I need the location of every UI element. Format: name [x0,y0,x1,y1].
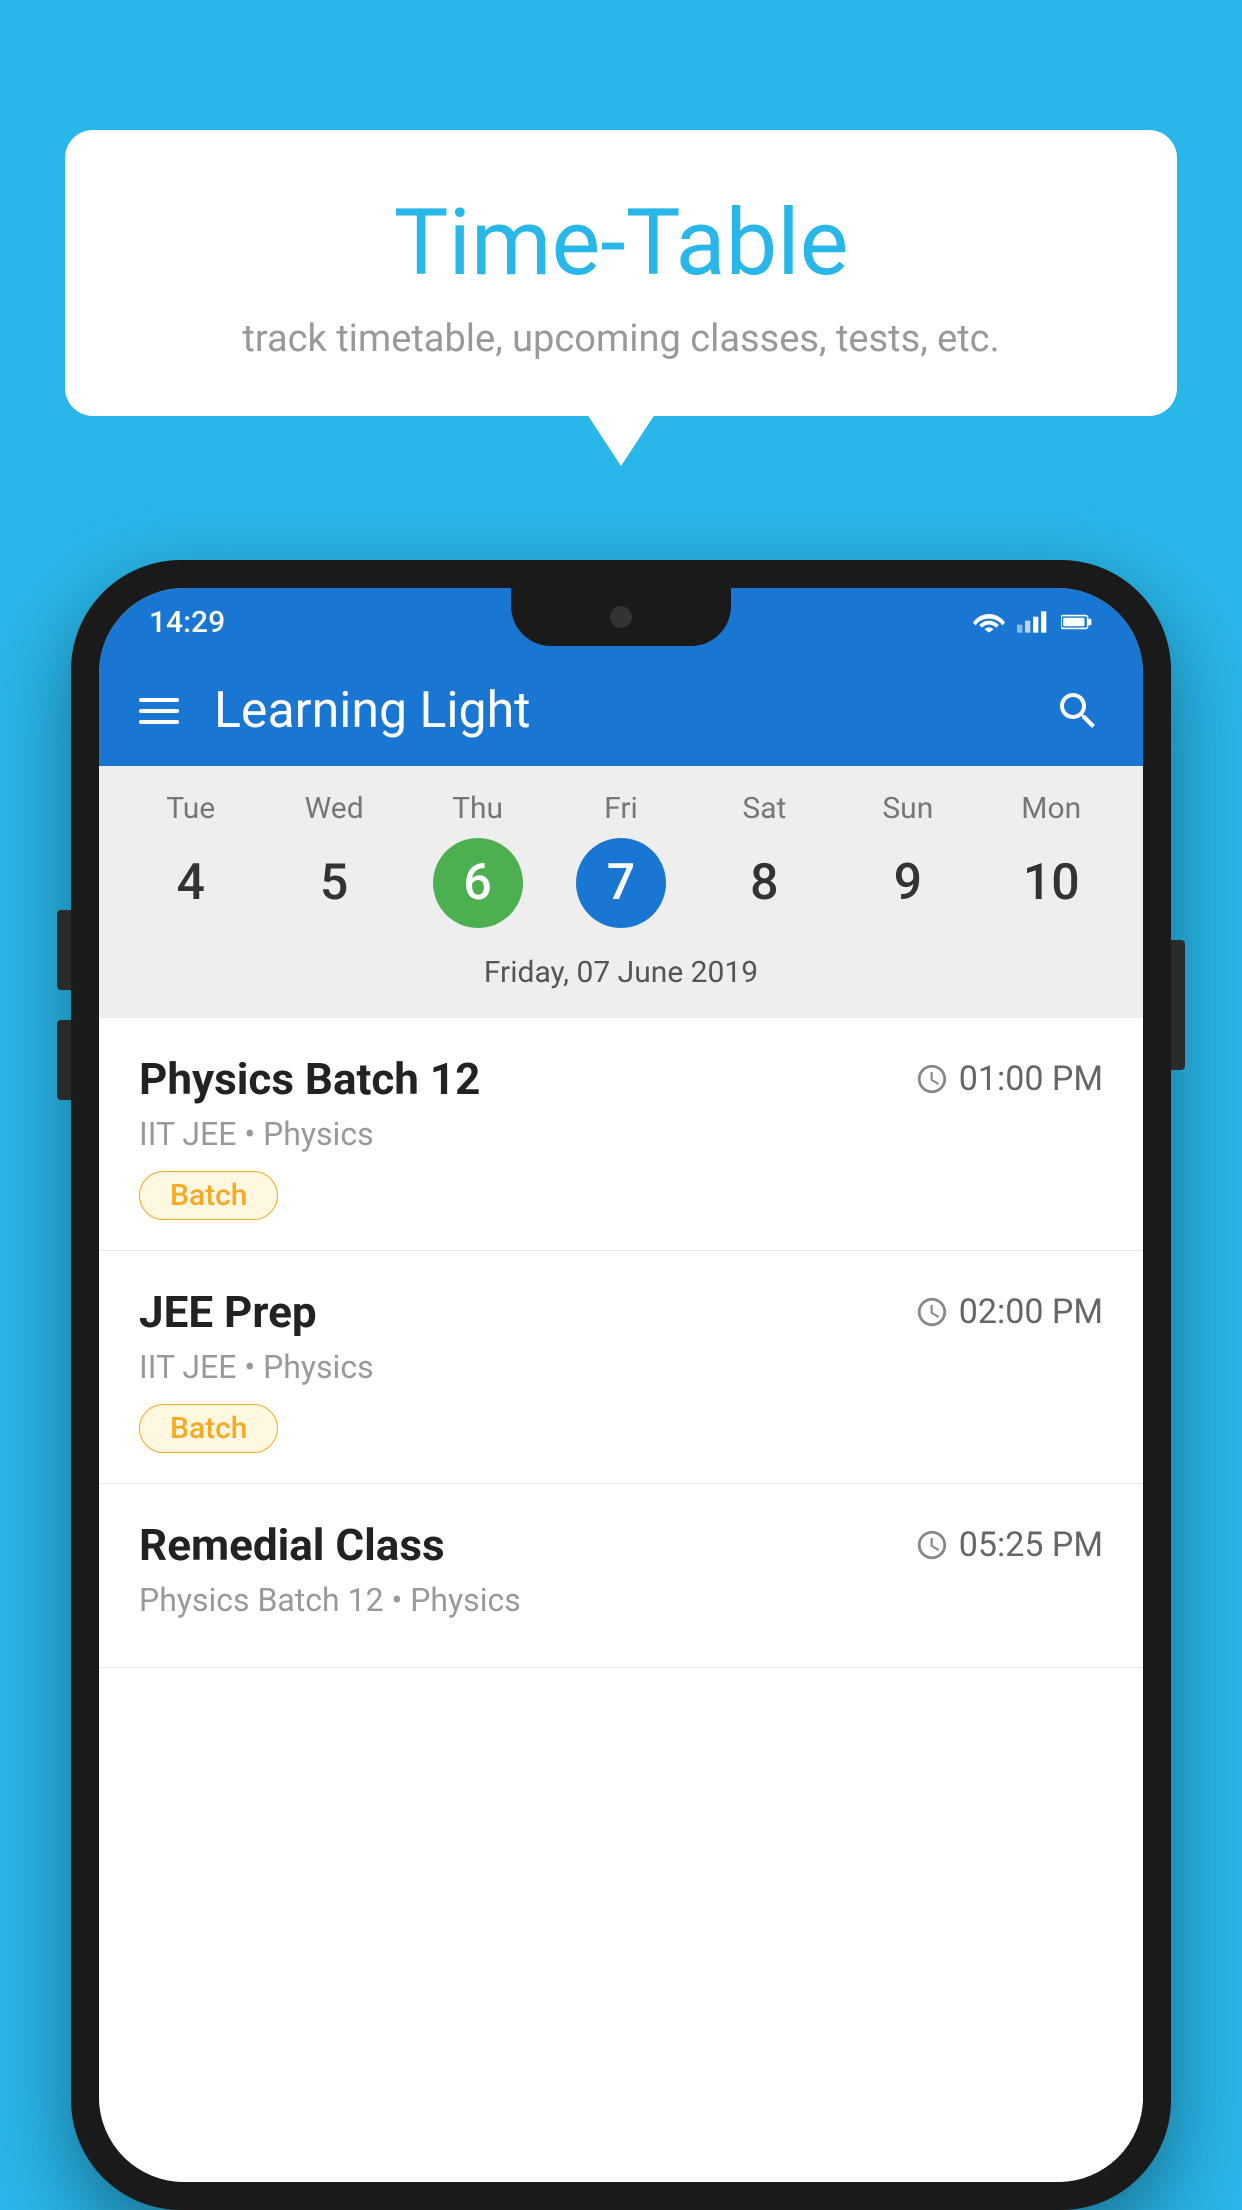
bubble-subtitle: track timetable, upcoming classes, tests… [145,317,1097,361]
day-number[interactable]: 4 [146,838,236,928]
day-number[interactable]: 9 [863,838,953,928]
event-subtitle: IIT JEE • Physics [139,1115,1103,1153]
speech-bubble: Time-Table track timetable, upcoming cla… [65,130,1177,416]
phone-screen: 14:29 [99,588,1143,2182]
batch-badge: Batch [139,1404,278,1453]
power-button [1171,940,1185,1070]
calendar-day[interactable]: Tue 4 [126,791,256,928]
bubble-title: Time-Table [145,190,1097,297]
event-title: Physics Batch 12 [139,1053,480,1105]
selected-date-label: Friday, 07 June 2019 [99,943,1143,1008]
calendar-day[interactable]: Fri 7 [556,791,686,928]
calendar-strip: Tue 4 Wed 5 Thu 6 Fri 7 Sat 8 Sun 9 Mon 10 Friday, 07… [99,766,1143,1018]
speech-bubble-container: Time-Table track timetable, upcoming cla… [65,130,1177,416]
event-title: Remedial Class [139,1519,445,1571]
phone-frame: 14:29 [71,560,1171,2210]
event-time: 05:25 PM [915,1525,1103,1565]
calendar-day[interactable]: Mon 10 [986,791,1116,928]
event-list: Physics Batch 12 01:00 PM IIT JEE • Physic… [99,1018,1143,2182]
day-name: Tue [166,791,215,826]
clock-icon [915,1062,949,1096]
front-camera [610,606,632,628]
event-item[interactable]: Physics Batch 12 01:00 PM IIT JEE • Physic… [99,1018,1143,1251]
event-header: JEE Prep 02:00 PM [139,1286,1103,1338]
app-header: Learning Light [99,656,1143,766]
app-title: Learning Light [214,682,1053,740]
status-time: 14:29 [149,605,225,640]
calendar-day[interactable]: Thu 6 [413,791,543,928]
day-name: Wed [305,791,364,826]
day-name: Thu [452,791,503,826]
event-time: 01:00 PM [915,1059,1103,1099]
event-time-text: 02:00 PM [959,1292,1103,1332]
status-icons [973,611,1093,633]
event-header: Physics Batch 12 01:00 PM [139,1053,1103,1105]
calendar-day[interactable]: Sat 8 [699,791,829,928]
event-header: Remedial Class 05:25 PM [139,1519,1103,1571]
days-row: Tue 4 Wed 5 Thu 6 Fri 7 Sat 8 Sun 9 Mon 10 [99,791,1143,928]
day-number[interactable]: 5 [289,838,379,928]
day-number[interactable]: 10 [1006,838,1096,928]
hamburger-menu-button[interactable] [139,698,179,724]
event-time-text: 05:25 PM [959,1525,1103,1565]
event-item[interactable]: Remedial Class 05:25 PM Physics Batch 12 •… [99,1484,1143,1668]
day-number[interactable]: 8 [719,838,809,928]
day-name: Sat [742,791,786,826]
calendar-day[interactable]: Sun 9 [843,791,973,928]
clock-icon [915,1528,949,1562]
day-number[interactable]: 6 [433,838,523,928]
battery-icon [1061,611,1093,633]
event-item[interactable]: JEE Prep 02:00 PM IIT JEE • Physics Batch [99,1251,1143,1484]
volume-up-button [57,910,71,990]
event-subtitle: IIT JEE • Physics [139,1348,1103,1386]
event-subtitle: Physics Batch 12 • Physics [139,1581,1103,1619]
clock-icon [915,1295,949,1329]
day-name: Sun [882,791,933,826]
day-name: Mon [1021,791,1081,826]
volume-down-button [57,1020,71,1100]
event-time-text: 01:00 PM [959,1059,1103,1099]
signal-icon [1017,611,1049,633]
event-time: 02:00 PM [915,1292,1103,1332]
wifi-icon [973,611,1005,633]
phone-notch [511,588,731,646]
event-title: JEE Prep [139,1286,317,1338]
day-name: Fri [604,791,638,826]
day-number[interactable]: 7 [576,838,666,928]
calendar-day[interactable]: Wed 5 [269,791,399,928]
phone-mockup: 14:29 [71,560,1171,2210]
batch-badge: Batch [139,1171,278,1220]
search-icon [1054,687,1102,735]
search-button[interactable] [1053,686,1103,736]
